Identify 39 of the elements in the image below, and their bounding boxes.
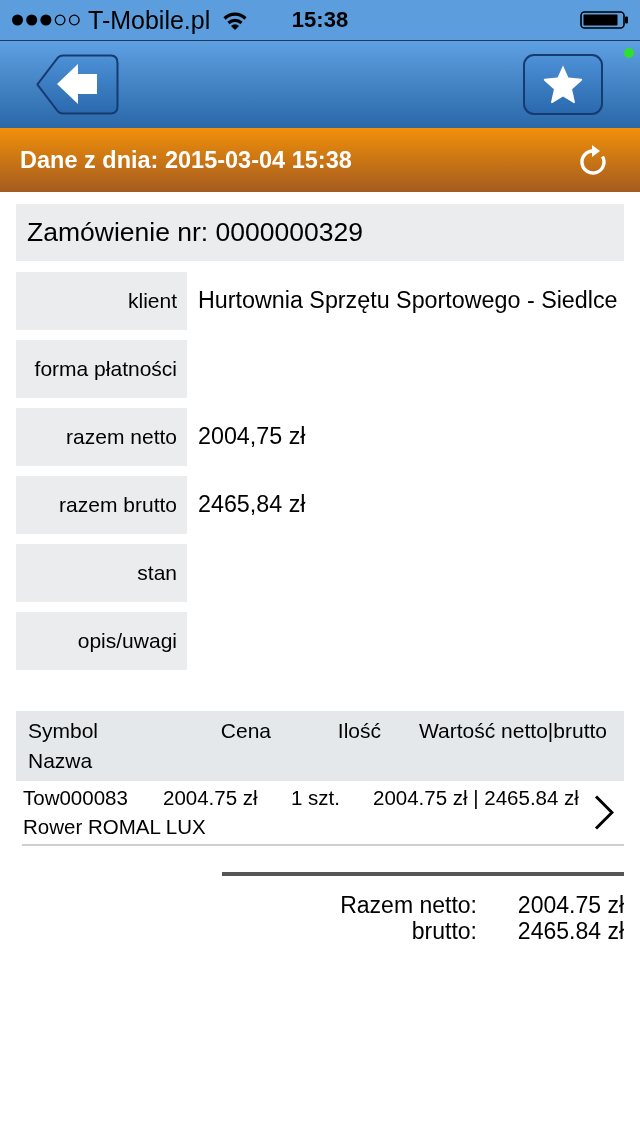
column-header: Symbol bbox=[28, 719, 99, 743]
column-header: Ilość bbox=[337, 719, 381, 743]
wifi-icon bbox=[223, 10, 248, 30]
arrow-left-icon bbox=[57, 64, 97, 104]
total-label: Razem netto: bbox=[340, 891, 477, 919]
field-label: stan bbox=[16, 544, 187, 602]
field-value: 2465,84 zł bbox=[198, 490, 306, 518]
refresh-icon bbox=[578, 144, 608, 176]
field-value: 2004,75 zł bbox=[198, 422, 306, 450]
table-cell-text: Tow000083 bbox=[23, 786, 129, 810]
table-cell-text: 2004.75 zł | 2465.84 zł bbox=[373, 786, 580, 810]
data-date-label: Dane z dnia: 2015-03-04 15:38 bbox=[20, 146, 352, 174]
field-label: forma płatności bbox=[16, 340, 187, 398]
refresh-button[interactable] bbox=[578, 144, 608, 176]
table-row[interactable]: Tow000083 2004.75 zł 1 szt. 2004.75 zł | 2465.84 zł Rower ROMAL LUX bbox=[22, 781, 624, 846]
total-label: brutto: bbox=[411, 917, 477, 945]
field-label: opis/uwagi bbox=[16, 612, 187, 670]
table-cell-text: 1 szt. bbox=[291, 786, 341, 810]
field-label: razem netto bbox=[16, 408, 187, 466]
status-dot-icon bbox=[624, 48, 634, 58]
back-button[interactable] bbox=[36, 54, 119, 115]
field-value: Hurtownia Sprzętu Sportowego - Siedlce bbox=[198, 286, 618, 314]
total-value: 2004.75 zł bbox=[517, 891, 624, 919]
status-time: 15:38 bbox=[291, 6, 349, 34]
order-title: Zamówienie nr: 0000000329 bbox=[16, 204, 624, 261]
signal-strength-icon bbox=[12, 14, 80, 26]
star-icon bbox=[542, 64, 584, 105]
table-cell-text: 2004.75 zł bbox=[163, 786, 259, 810]
field-label: razem brutto bbox=[16, 476, 187, 534]
column-header: Cena bbox=[220, 719, 271, 743]
carrier-name: T-Mobile.pl bbox=[88, 6, 211, 34]
field-label: klient bbox=[16, 272, 187, 330]
table-cell-text: Rower ROMAL LUX bbox=[23, 815, 207, 839]
favorite-button[interactable] bbox=[523, 54, 603, 115]
column-header: Wartość netto|brutto bbox=[419, 719, 607, 743]
battery-icon bbox=[580, 11, 628, 29]
total-value: 2465.84 zł bbox=[517, 917, 624, 945]
column-header: Nazwa bbox=[28, 749, 93, 773]
chevron-right-icon bbox=[594, 795, 614, 830]
